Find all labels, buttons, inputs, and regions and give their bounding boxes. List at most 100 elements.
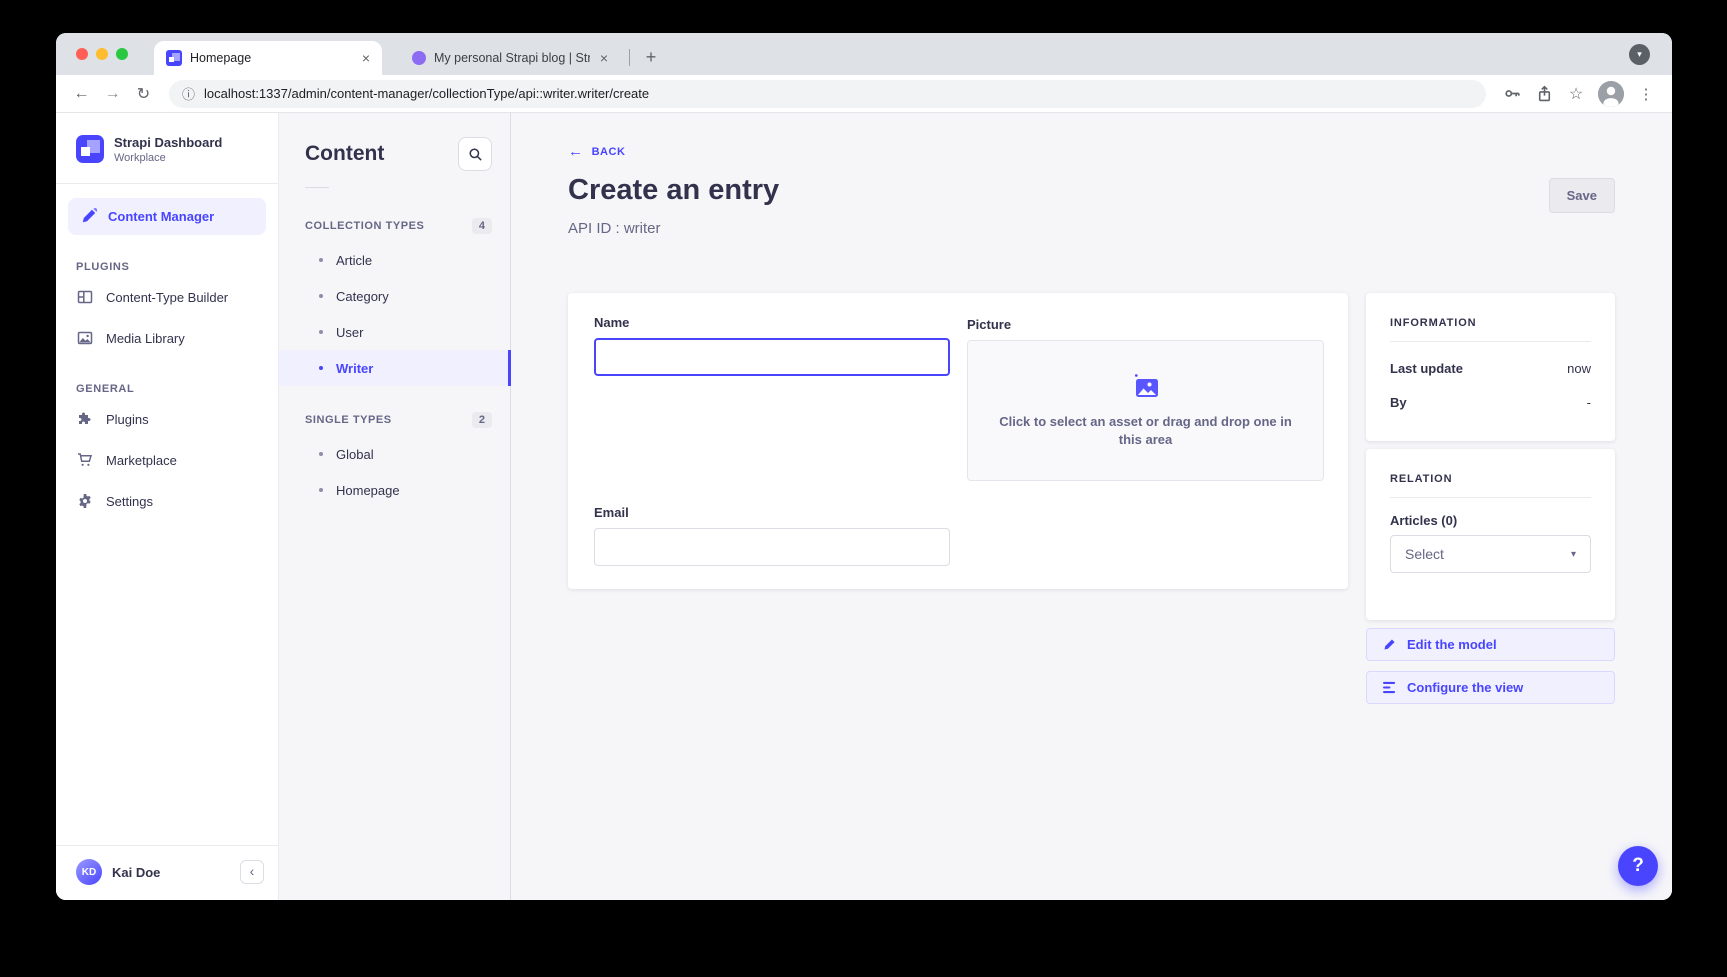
close-tab-icon[interactable]: ×: [360, 49, 372, 67]
count-badge: 4: [472, 218, 492, 234]
name-input[interactable]: [594, 338, 950, 376]
configure-lines-icon: [1383, 681, 1396, 694]
sidebar-item-media-library[interactable]: Media Library: [56, 318, 278, 359]
pen-icon: [80, 208, 97, 225]
help-button[interactable]: ?: [1618, 846, 1658, 886]
subnav-item-label: Global: [336, 447, 374, 462]
picture-dropzone[interactable]: Click to select an asset or drag and dro…: [967, 340, 1324, 481]
tab-homepage[interactable]: Homepage ×: [154, 41, 382, 75]
browser-menu-icon[interactable]: ⋮: [1632, 80, 1660, 108]
site-info-icon[interactable]: ⓘ: [182, 84, 195, 103]
email-field-label: Email: [594, 505, 629, 520]
chevron-down-icon: ▾: [1571, 549, 1576, 560]
sidebar-item-marketplace[interactable]: Marketplace: [56, 440, 278, 481]
sidebar-item-label: Content Manager: [108, 209, 214, 224]
sidebar-section-plugins: PLUGINS Content-Type Builder: [56, 261, 278, 359]
sidebar-item-settings[interactable]: Settings: [56, 481, 278, 522]
share-icon[interactable]: [1530, 80, 1558, 108]
subnav-item-user[interactable]: User: [279, 314, 510, 350]
subnav-section-single-types: SINGLE TYPES 2 Global Homepage: [279, 412, 510, 508]
close-window-button[interactable]: [76, 48, 88, 60]
sidebar-item-label: Marketplace: [106, 453, 177, 468]
subnav-item-label: User: [336, 325, 363, 340]
gear-icon: [76, 493, 93, 510]
user-area: KD Kai Doe ‹: [56, 845, 278, 900]
configure-view-button[interactable]: Configure the view: [1366, 671, 1615, 704]
entry-form-card: Name Picture Click to select an: [568, 293, 1348, 589]
bullet-icon: [319, 488, 323, 492]
pencil-icon: [1383, 638, 1396, 651]
bullet-icon: [319, 330, 323, 334]
email-input[interactable]: [594, 528, 950, 566]
panel-title: INFORMATION: [1390, 317, 1591, 329]
search-button[interactable]: [458, 137, 492, 171]
info-row-last-update: Last update now: [1390, 361, 1591, 376]
brand[interactable]: Strapi Dashboard Workplace: [56, 113, 278, 183]
search-tabs-button[interactable]: ▾: [1629, 44, 1650, 65]
subnav-item-article[interactable]: Article: [279, 242, 510, 278]
information-panel: INFORMATION Last update now By -: [1366, 293, 1615, 441]
search-icon: [468, 147, 483, 162]
browser-toolbar: ← → ↻ ⓘ localhost:1337/admin/content-man…: [56, 75, 1672, 113]
divider: [1390, 341, 1591, 342]
layout-icon: [76, 289, 93, 306]
section-label: SINGLE TYPES: [305, 414, 392, 426]
tab-title: Homepage: [190, 51, 352, 65]
chevron-down-icon: ▾: [1637, 49, 1642, 60]
divider: [305, 187, 329, 188]
workspace-subtitle: Workplace: [114, 152, 222, 164]
add-image-icon: [1130, 372, 1162, 402]
section-label: COLLECTION TYPES: [305, 220, 424, 232]
address-bar[interactable]: ⓘ localhost:1337/admin/content-manager/c…: [169, 80, 1486, 108]
workspace-title: Strapi Dashboard: [114, 135, 222, 152]
url-text: localhost:1337/admin/content-manager/col…: [204, 86, 649, 101]
subnav-item-homepage[interactable]: Homepage: [279, 472, 510, 508]
edit-model-button[interactable]: Edit the model: [1366, 628, 1615, 661]
tab-blog[interactable]: My personal Strapi blog | Strap ×: [400, 41, 620, 75]
window-controls: [76, 48, 128, 60]
image-icon: [76, 330, 93, 347]
bookmark-star-icon[interactable]: ☆: [1562, 80, 1590, 108]
forward-button[interactable]: →: [99, 80, 126, 107]
save-button[interactable]: Save: [1549, 178, 1615, 213]
minimize-window-button[interactable]: [96, 48, 108, 60]
tab-strip: Homepage × My personal Strapi blog | Str…: [56, 33, 1672, 75]
sidebar-item-label: Media Library: [106, 331, 185, 346]
back-arrow-icon: ←: [568, 144, 584, 159]
avatar: KD: [76, 859, 102, 885]
collapse-sidebar-button[interactable]: ‹: [240, 860, 264, 884]
api-id-subtitle: API ID : writer: [568, 220, 1615, 237]
sidebar-item-content-manager[interactable]: Content Manager: [68, 198, 266, 235]
reload-button[interactable]: ↻: [130, 80, 157, 107]
subnav-item-label: Article: [336, 253, 372, 268]
strapi-admin: Strapi Dashboard Workplace Content Manag…: [56, 113, 1672, 900]
sidebar-section-general: GENERAL Plugins: [56, 383, 278, 522]
strapi-favicon-icon: [166, 50, 182, 66]
main-sidebar: Strapi Dashboard Workplace Content Manag…: [56, 113, 279, 900]
count-badge: 2: [472, 412, 492, 428]
subnav-section-collection-types: COLLECTION TYPES 4 Article Category User: [279, 218, 510, 386]
dropzone-text: Click to select an asset or drag and dro…: [990, 413, 1302, 449]
subnav-item-category[interactable]: Category: [279, 278, 510, 314]
sidebar-item-content-type-builder[interactable]: Content-Type Builder: [56, 277, 278, 318]
back-button[interactable]: ←: [68, 80, 95, 107]
close-tab-icon[interactable]: ×: [598, 49, 610, 67]
user-name[interactable]: Kai Doe: [112, 865, 160, 880]
articles-select[interactable]: Select ▾: [1390, 535, 1591, 573]
puzzle-icon: [76, 411, 93, 428]
section-label: PLUGINS: [56, 261, 278, 273]
back-link[interactable]: ← BACK: [568, 144, 626, 159]
divider: [1390, 497, 1591, 498]
password-key-icon[interactable]: [1498, 80, 1526, 108]
tab-title: My personal Strapi blog | Strap: [434, 51, 590, 65]
tab-separator: [629, 49, 630, 66]
subnav-item-writer[interactable]: Writer: [279, 350, 510, 386]
blog-favicon-icon: [412, 51, 426, 65]
sidebar-item-label: Plugins: [106, 412, 149, 427]
profile-avatar[interactable]: [1598, 81, 1624, 107]
subnav-item-global[interactable]: Global: [279, 436, 510, 472]
new-tab-button[interactable]: +: [639, 47, 663, 68]
zoom-window-button[interactable]: [116, 48, 128, 60]
sidebar-item-plugins[interactable]: Plugins: [56, 399, 278, 440]
subnav-item-label: Category: [336, 289, 389, 304]
